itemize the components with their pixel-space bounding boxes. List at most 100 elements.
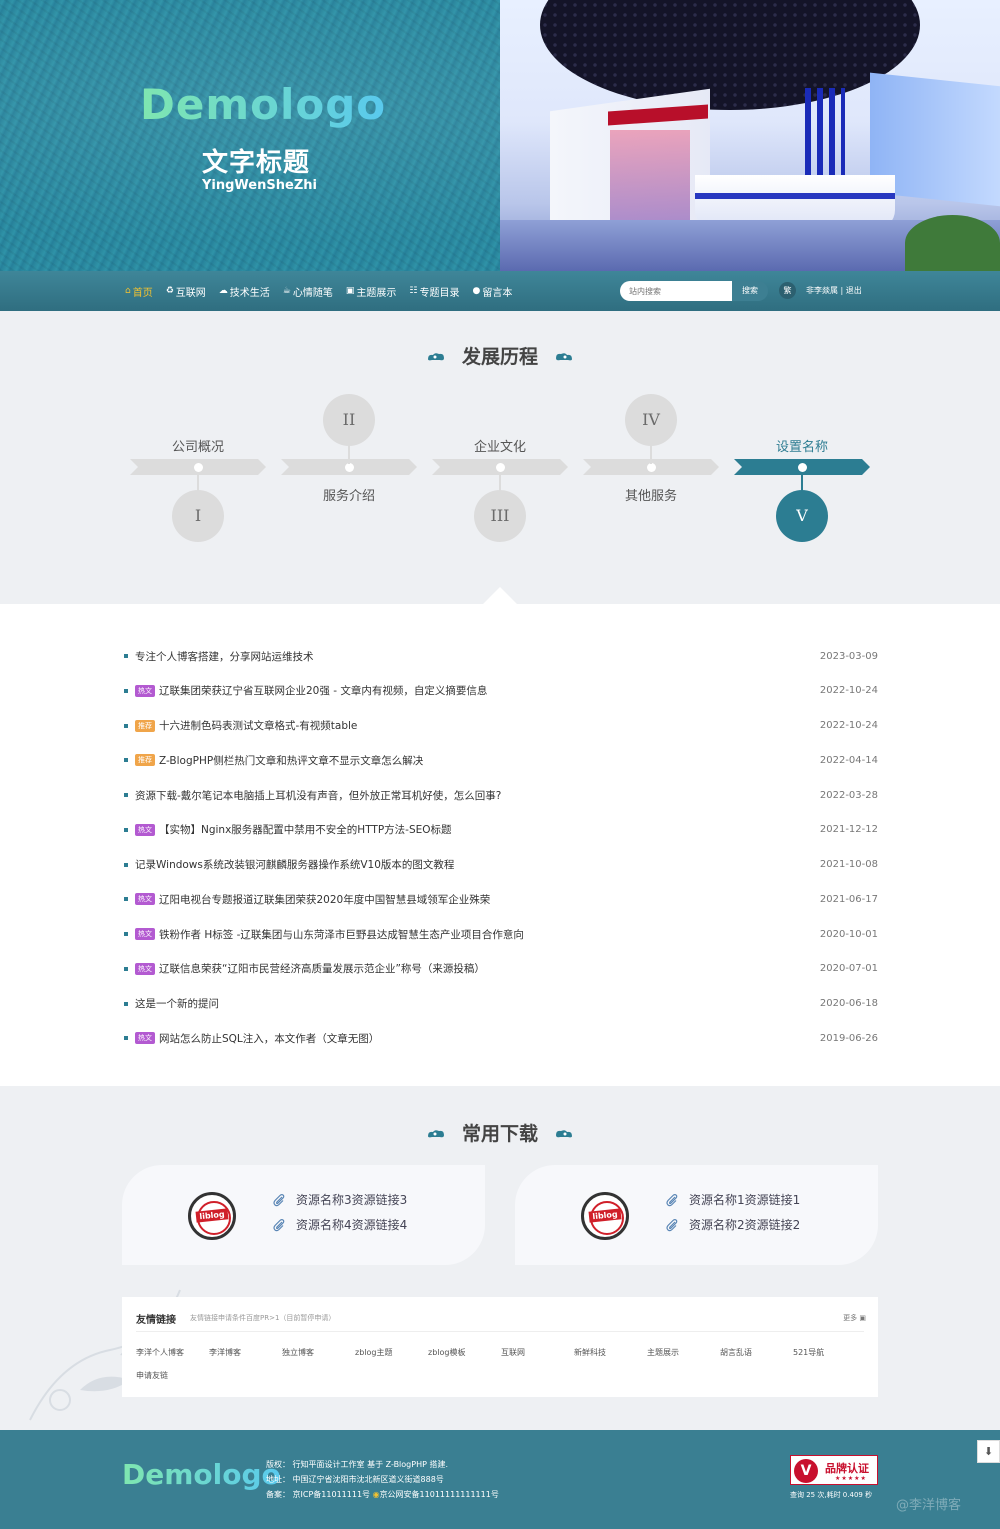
friend-links-note: 友情链接申请条件百度PR>1（目前暂停申请） xyxy=(190,1314,336,1322)
list-item[interactable]: 热文 辽联信息荣获“辽阳市民营经济高质量发展示范企业”称号（来源投稿） 2020-0… xyxy=(124,959,878,979)
bullet-icon xyxy=(124,688,128,693)
timeline-label[interactable]: 设置名称 xyxy=(727,436,877,455)
search-button[interactable]: 搜索 xyxy=(732,281,768,301)
download-icon[interactable]: ⬇ xyxy=(977,1440,1000,1463)
friend-link[interactable]: 申请友链 xyxy=(136,1370,168,1381)
list-item[interactable]: 推荐 Z-BlogPHP侧栏热门文章和热评文章不显示文章怎么解决 2022-04-1… xyxy=(124,750,878,770)
download-link[interactable]: 资源名称2资源链接2 xyxy=(665,1216,800,1233)
list-item[interactable]: 专注个人博客搭建，分享网站运维技术 2023-03-09 xyxy=(124,646,878,666)
article-tag: 推荐 xyxy=(135,719,155,732)
download-link-label: 资源名称4资源链接4 xyxy=(296,1218,408,1232)
list-item[interactable]: 记录Windows系统改装银河麒麟服务器操作系统V10版本的图文教程 2021-1… xyxy=(124,855,878,875)
friend-link[interactable]: 胡言乱语 xyxy=(720,1347,752,1358)
nav-item[interactable]: ● 留言本 xyxy=(472,284,512,299)
sitemap-icon: ☷ xyxy=(409,286,418,296)
article-title[interactable]: 记录Windows系统改装银河麒麟服务器操作系统V10版本的图文教程 xyxy=(135,857,798,872)
article-date: 2020-07-01 xyxy=(819,963,878,975)
friend-link[interactable]: 李洋博客 xyxy=(209,1347,241,1358)
article-date: 2022-03-28 xyxy=(819,789,878,801)
download-logo[interactable]: liblog xyxy=(581,1192,629,1240)
friend-link[interactable]: 独立博客 xyxy=(282,1347,314,1358)
friend-links-more[interactable]: 更多 ▣ xyxy=(843,1313,866,1323)
external-link-icon: ▣ xyxy=(859,1314,866,1322)
search-box xyxy=(620,281,732,301)
article-tag: 热文 xyxy=(135,893,155,906)
traditional-chinese-toggle[interactable]: 繁 xyxy=(779,282,796,299)
article-title[interactable]: 这是一个新的提问 xyxy=(135,996,798,1011)
friend-link[interactable]: 互联网 xyxy=(501,1347,525,1358)
site-logo[interactable]: Demologo xyxy=(140,80,386,129)
article-title[interactable]: Z-BlogPHP侧栏热门文章和热评文章不显示文章怎么解决 xyxy=(159,753,798,768)
bullet-icon xyxy=(124,1001,128,1006)
timeline-label[interactable]: 公司概况 xyxy=(123,436,273,455)
timeline-numeral[interactable]: I xyxy=(172,490,224,542)
list-item[interactable]: 热文 【实物】Nginx服务器配置中禁用不安全的HTTP方法-SEO标题 2021-… xyxy=(124,820,878,840)
timeline-label[interactable]: 服务介绍 xyxy=(274,485,424,504)
nav-item-label: 心情随笔 xyxy=(292,287,333,299)
watermark: @李洋博客 xyxy=(896,1498,962,1513)
friend-link[interactable]: 新鲜科技 xyxy=(574,1347,606,1358)
friend-links-box: 友情链接 友情链接申请条件百度PR>1（目前暂停申请） 更多 ▣ 李洋个人博客 李… xyxy=(122,1297,878,1397)
bullet-icon xyxy=(124,793,128,797)
download-link[interactable]: 资源名称3资源链接3 xyxy=(272,1191,407,1208)
timeline-label[interactable]: 企业文化 xyxy=(425,436,575,455)
download-link[interactable]: 资源名称4资源链接4 xyxy=(272,1216,407,1233)
download-logo[interactable]: liblog xyxy=(188,1192,236,1240)
bullet-icon xyxy=(124,827,128,832)
recycle-icon: ♻ xyxy=(165,286,174,296)
article-title[interactable]: 资源下载-戴尔笔记本电脑插上耳机没有声音，但外放正常耳机好使，怎么回事? xyxy=(135,788,798,803)
friend-link[interactable]: 521导航 xyxy=(793,1347,824,1358)
list-item[interactable]: 热文 网站怎么防止SQL注入，本文作者（文章无图） 2019-06-26 xyxy=(124,1028,878,1048)
article-title[interactable]: 【实物】Nginx服务器配置中禁用不安全的HTTP方法-SEO标题 xyxy=(159,822,798,837)
list-item[interactable]: 热文 辽阳电视台专题报道辽联集团荣获2020年度中国智慧县域领军企业殊荣 2021-… xyxy=(124,889,878,909)
article-tag: 热文 xyxy=(135,823,155,836)
timeline-label[interactable]: 其他服务 xyxy=(576,485,726,504)
article-title[interactable]: 辽联集团荣获辽宁省互联网企业20强 - 文章内有视频，自定义摘要信息 xyxy=(159,683,798,698)
nav-item[interactable]: ☁ 技术生活 xyxy=(219,284,270,299)
article-title[interactable]: 辽阳电视台专题报道辽联集团荣获2020年度中国智慧县域领军企业殊荣 xyxy=(159,892,798,907)
article-title[interactable]: 网站怎么防止SQL注入，本文作者（文章无图） xyxy=(159,1031,798,1046)
site-subtitle: YingWenSheZhi xyxy=(202,178,317,193)
article-date: 2022-10-24 xyxy=(819,720,878,731)
user-name-link[interactable]: 非李燚属 xyxy=(806,286,838,295)
nav-item[interactable]: ☕ 心情随笔 xyxy=(283,284,333,299)
search-input[interactable] xyxy=(629,281,729,301)
friend-link[interactable]: 主题展示 xyxy=(647,1347,679,1358)
article-title[interactable]: 十六进制色码表测试文章格式-有视频table xyxy=(159,718,798,733)
list-item[interactable]: 热文 辽联集团荣获辽宁省互联网企业20强 - 文章内有视频，自定义摘要信息 2022… xyxy=(124,681,878,701)
footer-logo[interactable]: Demologo xyxy=(122,1458,281,1491)
list-item[interactable]: 热文 铁粉作者 H标签 -辽联集团与山东菏泽市巨野县达成智慧生态产业项目合作意向 2… xyxy=(124,924,878,944)
article-title[interactable]: 辽联信息荣获“辽阳市民营经济高质量发展示范企业”称号（来源投稿） xyxy=(159,961,798,976)
list-item[interactable]: 这是一个新的提问 2020-06-18 xyxy=(124,994,878,1014)
nav-item[interactable]: ♻ 互联网 xyxy=(166,284,206,299)
friend-link[interactable]: zblog主题 xyxy=(355,1347,392,1358)
article-title[interactable]: 铁粉作者 H标签 -辽联集团与山东菏泽市巨野县达成智慧生态产业项目合作意向 xyxy=(159,927,798,942)
download-logo-text: liblog xyxy=(195,1208,229,1223)
list-item[interactable]: 推荐 十六进制色码表测试文章格式-有视频table 2022-10-24 xyxy=(124,716,878,736)
bullet-icon xyxy=(124,897,128,902)
nav-item[interactable]: ☷ 专题目录 xyxy=(409,284,459,299)
footer-police[interactable]: 京公网安备11011111111111号 xyxy=(380,1490,499,1499)
friend-link[interactable]: zblog模板 xyxy=(428,1347,465,1358)
bullet-icon xyxy=(124,862,128,867)
timeline-numeral[interactable]: IV xyxy=(625,394,677,446)
nav-item-label: 首页 xyxy=(132,287,153,299)
paperclip-icon xyxy=(666,1218,678,1231)
timeline-numeral[interactable]: II xyxy=(323,394,375,446)
timeline-title-row: 发展历程 xyxy=(0,342,1000,369)
download-link[interactable]: 资源名称1资源链接1 xyxy=(665,1191,800,1208)
photo-plant xyxy=(905,215,1000,271)
list-item[interactable]: 资源下载-戴尔笔记本电脑插上耳机没有声音，但外放正常耳机好使，怎么回事? 2022… xyxy=(124,785,878,805)
article-tag: 热文 xyxy=(135,1032,155,1045)
friend-link[interactable]: 李洋个人博客 xyxy=(136,1347,184,1358)
brand-cert-badge[interactable]: V 品牌认证 ★★★★★ xyxy=(790,1455,878,1485)
logout-link[interactable]: 退出 xyxy=(846,286,862,295)
footer-icp[interactable]: 备案： 京ICP备11011111号 xyxy=(266,1490,370,1499)
article-date: 2021-12-12 xyxy=(819,824,878,836)
nav-item[interactable]: ▣ 主题展示 xyxy=(346,284,397,299)
footer-copyright: 版权： 行知平面设计工作室 基于 Z-BlogPHP 搭建. xyxy=(266,1460,449,1469)
nav-item[interactable]: ⌂ 首页 xyxy=(125,284,153,299)
timeline-numeral[interactable]: III xyxy=(474,490,526,542)
article-title[interactable]: 专注个人博客搭建，分享网站运维技术 xyxy=(135,649,798,664)
timeline-numeral[interactable]: V xyxy=(776,490,828,542)
